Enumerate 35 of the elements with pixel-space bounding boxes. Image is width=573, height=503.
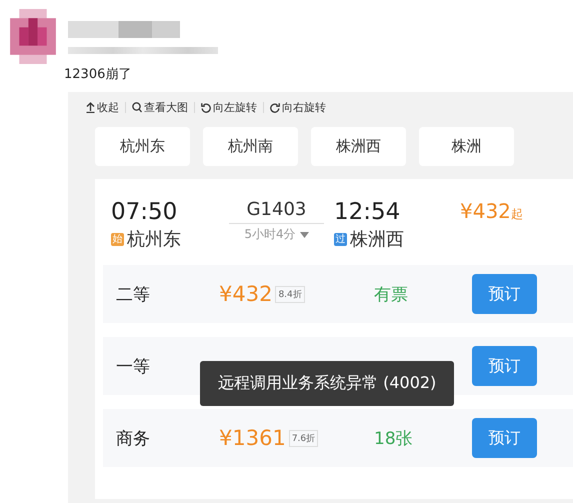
station-tab[interactable]: 杭州东 [95,127,190,166]
station-tab[interactable]: 株洲 [419,127,514,166]
lowest-price: ¥432 [460,199,511,223]
toolbar-button[interactable]: 收起 [86,100,119,115]
arrival-station: 株洲西 [350,228,404,251]
start-badge: 始 [111,232,124,246]
toolbar-button[interactable]: 查看大图 [132,100,188,115]
price-suffix: 起 [510,206,523,223]
rotate-left-icon [201,102,211,113]
seat-price: ¥1361 [219,426,286,450]
seat-class: 一等 [116,356,151,378]
seat-class: 商务 [116,428,151,450]
error-toast: 远程调用业务系统异常 (4002) [200,361,454,406]
post-text: 12306崩了 [64,66,132,83]
discount-tag: 8.4折 [275,286,305,302]
pass-badge: 过 [334,232,347,246]
availability: 有票 [374,284,409,306]
toolbar-button[interactable]: 向左旋转 [201,100,257,115]
availability: 18张 [374,428,414,450]
rotate-right-icon [270,102,280,113]
departure-station: 杭州东 [127,228,181,251]
departure-time: 07:50 [111,199,178,225]
discount-tag: 7.6折 [288,430,318,446]
avatar [10,9,56,64]
search-icon [132,102,142,113]
toolbar-button[interactable]: 向右旋转 [270,100,326,115]
station-tab[interactable]: 杭州南 [203,127,298,166]
dropdown-caret-icon[interactable] [300,232,309,238]
upload-arrow-icon [86,102,95,113]
train-number: G1403 [246,199,306,220]
seat-class: 二等 [116,284,151,306]
station-tab[interactable]: 株洲西 [311,127,406,166]
duration: 5小时4分 [244,226,296,243]
seat-price: ¥432 [219,282,272,306]
arrival-time: 12:54 [334,199,402,225]
